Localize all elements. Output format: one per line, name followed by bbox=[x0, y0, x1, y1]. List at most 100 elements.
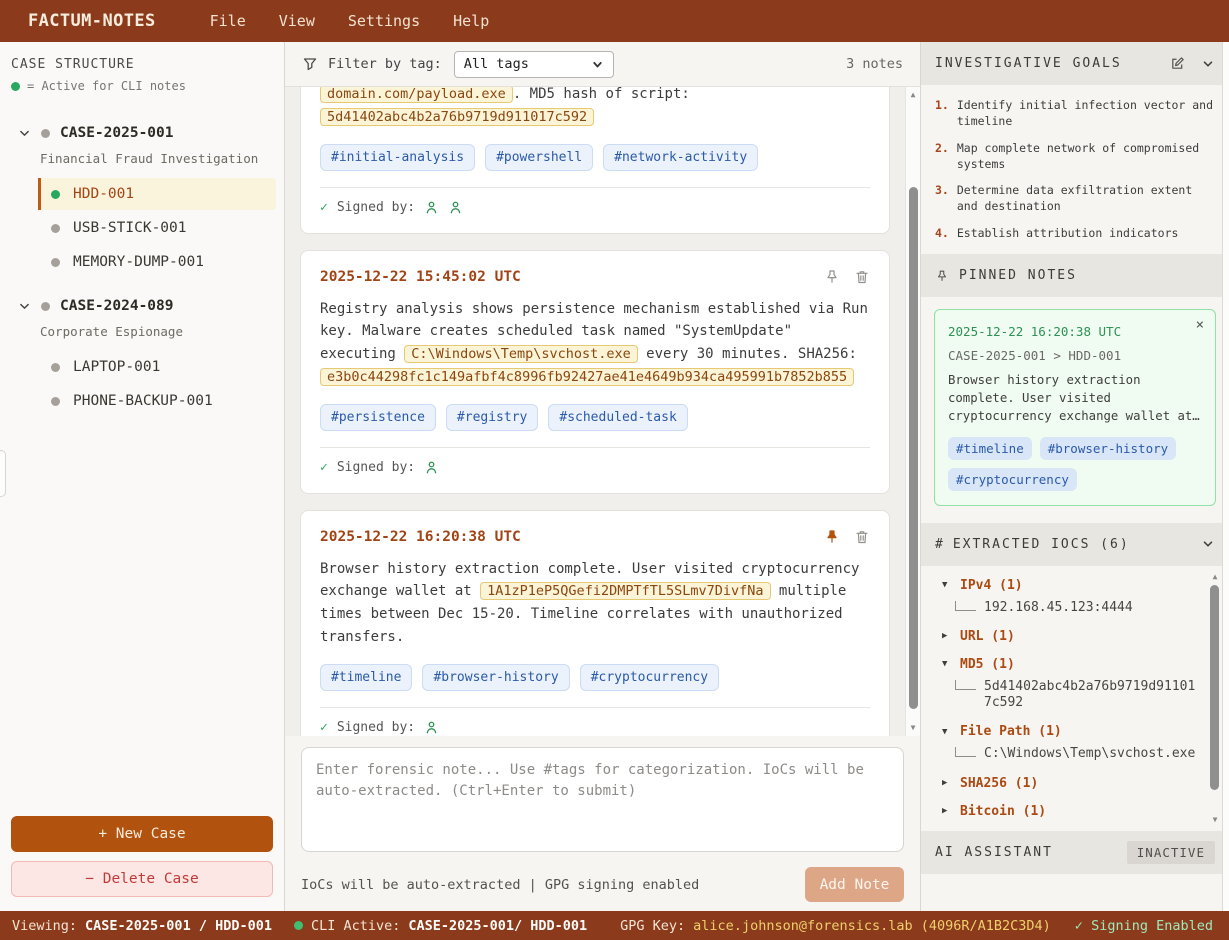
ioc-group: ▼ File Path (1) C:\Windows\Temp\svchost.ex… bbox=[942, 724, 1199, 762]
tag-filter-value: All tags bbox=[464, 56, 529, 72]
case-item[interactable]: CASE-2024-089 bbox=[8, 292, 276, 320]
evidence-item[interactable]: HDD-001 bbox=[38, 178, 276, 210]
signed-by-row: ✓Signed by: bbox=[320, 200, 870, 215]
evidence-item[interactable]: MEMORY-DUMP-001 bbox=[38, 246, 276, 278]
active-dot-icon bbox=[11, 82, 20, 91]
tag-pill[interactable]: #scheduled-task bbox=[548, 404, 687, 431]
note-card: 2025-12-22 15:45:02 UTCRegistry analysis… bbox=[300, 250, 890, 494]
pinned-tag-pill[interactable]: #cryptocurrency bbox=[948, 468, 1077, 491]
case-structure-panel: CASE STRUCTURE = Active for CLI notes CA… bbox=[0, 42, 285, 911]
tag-pill[interactable]: #cryptocurrency bbox=[580, 664, 719, 691]
extracted-iocs-title: EXTRACTED IOCS (6) bbox=[953, 537, 1130, 552]
tag-pill[interactable]: #registry bbox=[446, 404, 538, 431]
signer-person-icon bbox=[424, 720, 439, 735]
ioc-scroll-down-icon[interactable]: ▼ bbox=[1209, 814, 1221, 826]
case-dot-icon bbox=[41, 302, 50, 311]
legend-text: = Active for CLI notes bbox=[27, 79, 186, 93]
goal-item: 4.Establish attribution indicators bbox=[935, 226, 1215, 242]
ioc-group-toggle[interactable]: ▼ File Path (1) bbox=[942, 724, 1199, 739]
menu-help[interactable]: Help bbox=[453, 12, 489, 30]
menu-settings[interactable]: Settings bbox=[348, 12, 420, 30]
notes-panel: Filter by tag: All tags 3 notes domain.c… bbox=[285, 42, 920, 911]
note-input[interactable] bbox=[301, 747, 904, 852]
evidence-status-dot-icon bbox=[51, 190, 60, 199]
ioc-group: ▶URL (1) bbox=[942, 629, 1199, 644]
add-note-button[interactable]: Add Note bbox=[805, 867, 904, 902]
scroll-down-arrow-icon[interactable]: ▼ bbox=[906, 722, 920, 734]
top-menu-bar: FACTUM-NOTES File View Settings Help bbox=[0, 0, 1229, 42]
case-subtitle: Corporate Espionage bbox=[8, 320, 276, 349]
filter-funnel-icon bbox=[302, 56, 318, 72]
delete-case-button[interactable]: − Delete Case bbox=[11, 861, 273, 897]
ioc-group-toggle[interactable]: ▼IPv4 (1) bbox=[942, 578, 1199, 593]
tag-filter-select[interactable]: All tags bbox=[454, 51, 614, 78]
note-body: domain.com/payload.exe. MD5 hash of scri… bbox=[320, 87, 870, 129]
menu-view[interactable]: View bbox=[279, 12, 315, 30]
sidebar-scroll-nub[interactable] bbox=[0, 450, 6, 497]
case-item[interactable]: CASE-2025-001 bbox=[8, 119, 276, 147]
signed-by-label: Signed by: bbox=[337, 720, 415, 735]
ioc-value-row[interactable]: 192.168.45.123:4444 bbox=[955, 600, 1199, 616]
tag-pill[interactable]: #network-activity bbox=[603, 144, 758, 171]
right-sidebar: INVESTIGATIVE GOALS 1.Identify initial i… bbox=[920, 42, 1229, 911]
tree-elbow-icon bbox=[955, 747, 976, 757]
evidence-item[interactable]: USB-STICK-001 bbox=[38, 212, 276, 244]
trash-icon[interactable] bbox=[854, 269, 870, 285]
ioc-value: 192.168.45.123:4444 bbox=[984, 600, 1133, 616]
note-tags: #timeline #browser-history #cryptocurrency bbox=[320, 664, 870, 691]
investigative-goals-header: INVESTIGATIVE GOALS bbox=[921, 42, 1229, 85]
ioc-scrollbar[interactable]: ▲ ▼ bbox=[1209, 571, 1221, 826]
goal-text: Map complete network of compromised syst… bbox=[957, 141, 1215, 173]
pinned-tag-pill[interactable]: #browser-history bbox=[1040, 437, 1176, 460]
evidence-item[interactable]: LAPTOP-001 bbox=[38, 351, 276, 383]
viewing-label: Viewing: bbox=[12, 918, 77, 934]
cli-active-label: CLI Active: bbox=[311, 918, 400, 934]
chevron-down-icon[interactable] bbox=[18, 127, 31, 140]
unpin-close-icon[interactable]: × bbox=[1196, 317, 1204, 333]
pin-icon[interactable] bbox=[824, 269, 840, 285]
ioc-group-toggle[interactable]: ▶URL (1) bbox=[942, 629, 1199, 644]
ioc-group: ▼IPv4 (1) 192.168.45.123:4444 bbox=[942, 578, 1199, 616]
ioc-scroll-up-icon[interactable]: ▲ bbox=[1209, 571, 1221, 583]
cli-active-legend: = Active for CLI notes bbox=[0, 75, 284, 93]
ioc-value: 5d41402abc4b2a76b9719d911017c592 bbox=[984, 679, 1199, 712]
collapse-iocs-chevron-icon[interactable] bbox=[1201, 537, 1215, 551]
ioc-group-label: SHA256 (1) bbox=[960, 776, 1038, 791]
status-bar: Viewing: CASE-2025-001 / HDD-001 CLI Act… bbox=[0, 911, 1229, 940]
menu-file[interactable]: File bbox=[210, 12, 246, 30]
evidence-item[interactable]: PHONE-BACKUP-001 bbox=[38, 385, 276, 417]
ioc-group-label: File Path (1) bbox=[960, 724, 1062, 739]
pinned-notes-title: PINNED NOTES bbox=[959, 268, 1077, 283]
case-group: CASE-2025-001Financial Fraud Investigati… bbox=[8, 119, 276, 278]
notes-scrollbar-thumb[interactable] bbox=[909, 187, 918, 709]
ioc-value-row[interactable]: 5d41402abc4b2a76b9719d911017c592 bbox=[955, 679, 1199, 712]
notes-scrollbar[interactable]: ▲ ▼ bbox=[905, 87, 920, 736]
ioc-group-toggle[interactable]: ▶SHA256 (1) bbox=[942, 776, 1199, 791]
new-case-button[interactable]: + New Case bbox=[11, 816, 273, 852]
tag-pill[interactable]: #persistence bbox=[320, 404, 436, 431]
ioc-group-toggle[interactable]: ▶Bitcoin (1) bbox=[942, 804, 1199, 819]
ioc-tree: ▼IPv4 (1)192.168.45.123:4444▶URL (1)▼MD5… bbox=[942, 578, 1199, 819]
tag-pill[interactable]: #initial-analysis bbox=[320, 144, 475, 171]
ioc-scrollbar-thumb[interactable] bbox=[1210, 585, 1219, 790]
pinned-tag-pill[interactable]: #timeline bbox=[948, 437, 1032, 460]
tree-elbow-icon bbox=[955, 680, 976, 690]
triangle-down-icon: ▼ bbox=[942, 727, 952, 737]
card-divider bbox=[320, 187, 870, 188]
ai-assistant-title: AI ASSISTANT bbox=[935, 845, 1053, 860]
collapse-goals-chevron-icon[interactable] bbox=[1201, 57, 1215, 71]
notes-list: domain.com/payload.exe. MD5 hash of scri… bbox=[285, 87, 905, 736]
scroll-up-arrow-icon[interactable]: ▲ bbox=[906, 89, 920, 101]
tag-pill[interactable]: #timeline bbox=[320, 664, 412, 691]
tag-pill[interactable]: #browser-history bbox=[422, 664, 569, 691]
ioc-group-label: MD5 (1) bbox=[960, 657, 1015, 672]
signed-by-row: ✓Signed by: bbox=[320, 720, 870, 735]
chevron-down-icon[interactable] bbox=[18, 300, 31, 313]
tag-pill[interactable]: #powershell bbox=[485, 144, 593, 171]
edit-icon[interactable] bbox=[1170, 56, 1185, 71]
trash-icon[interactable] bbox=[854, 529, 870, 545]
triangle-right-icon: ▶ bbox=[942, 631, 952, 641]
pin-filled-icon[interactable] bbox=[824, 529, 840, 545]
ioc-group-toggle[interactable]: ▼MD5 (1) bbox=[942, 657, 1199, 672]
ioc-value-row[interactable]: C:\Windows\Temp\svchost.exe bbox=[955, 746, 1199, 762]
